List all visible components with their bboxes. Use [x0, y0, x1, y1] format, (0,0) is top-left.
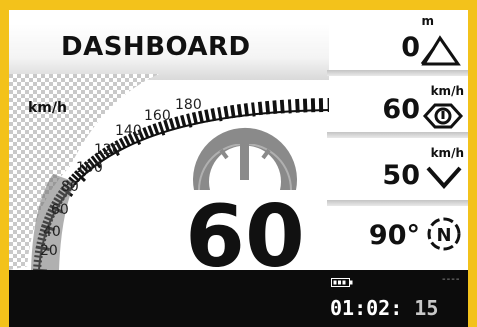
mountain-icon: [420, 35, 461, 66]
clock: 01:02: 15: [330, 296, 438, 320]
divider: [327, 132, 468, 138]
scale-label: 80: [61, 179, 79, 195]
compass-n-icon: N: [427, 217, 461, 251]
status-placeholder: ----: [442, 274, 461, 285]
scale-label: 40: [43, 224, 61, 240]
scale-label: 20: [40, 243, 58, 259]
scale-label: 140: [115, 123, 142, 139]
divider: [327, 200, 468, 206]
speed-limit-value: 60: [382, 94, 420, 125]
speed-limit-unit: km/h: [430, 84, 464, 98]
battery-icon: [331, 278, 353, 287]
scale-label: 60: [51, 202, 69, 218]
min-speed-unit: km/h: [430, 146, 464, 160]
page-title: DASHBOARD: [61, 32, 251, 62]
scale-label: 120: [94, 142, 121, 158]
dashboard-screen: DASHBOARD km/h 20 40 60 80 100 120 140 1…: [9, 10, 468, 327]
altitude-unit: m: [421, 14, 434, 28]
divider: [327, 70, 468, 76]
scale-label: 100: [76, 160, 103, 176]
min-speed-value: 50: [382, 160, 420, 191]
heading-value: 90°: [368, 220, 420, 251]
info-panel: 0 m 60 km/h 50 km/h 90° N: [327, 10, 468, 272]
altitude-value: 0: [401, 32, 420, 63]
svg-text:N: N: [436, 225, 451, 246]
scale-label: 180: [175, 97, 202, 113]
speed-unit-label: km/h: [28, 100, 67, 116]
speed-value: 60: [185, 187, 305, 270]
device-frame: DASHBOARD km/h 20 40 60 80 100 120 140 1…: [0, 0, 477, 327]
speedometer-gauge: km/h 20 40 60 80 100 120 140 160 180 60: [9, 74, 329, 270]
clock-hours-minutes: 01:02:: [330, 296, 403, 320]
clock-seconds: 15: [414, 296, 439, 320]
speed-sensor-icon: [422, 103, 464, 129]
chevron-down-icon: [426, 166, 462, 190]
scale-label: 160: [144, 108, 171, 124]
status-bar: ---- 01:02: 15: [9, 270, 468, 327]
speedometer-icon: [192, 127, 297, 191]
